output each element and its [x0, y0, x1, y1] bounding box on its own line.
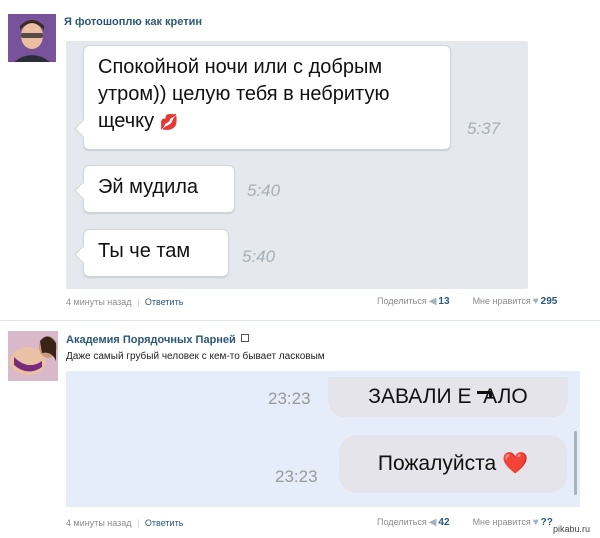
post-stats: Поделиться ◀ 13 Мне нравится ♥ 295 — [377, 296, 557, 307]
post-time[interactable]: 4 минуты назад — [66, 297, 132, 307]
kiss-emoji-icon: 💋 — [159, 114, 179, 131]
message-bubble: Пожалуйста ❤️ — [339, 435, 567, 493]
message-time: 23:23 — [275, 467, 318, 486]
avatar[interactable] — [8, 331, 58, 381]
heart-emoji-icon: ❤️ — [502, 452, 529, 475]
box-icon — [240, 334, 249, 342]
share-count: 42 — [438, 517, 450, 528]
megaphone-icon: ◀ — [428, 517, 437, 528]
like-button[interactable]: Мне нравится — [473, 517, 531, 527]
message-text: Пожалуйста — [377, 452, 497, 475]
bubble-tail — [74, 119, 93, 138]
chat-screenshot: 23:23 ЗАВАЛИ Е АЛО 23:23 Пожалуйста ❤️ — [66, 371, 580, 507]
message-text: Спокойной ночи или с добрым утром)) целу… — [98, 56, 390, 132]
post-author[interactable]: Академия Порядочных Парней — [66, 334, 249, 346]
glitch-mark — [489, 391, 492, 397]
message-text: Ты че там — [98, 240, 191, 262]
watermark: pikabu.ru — [553, 524, 591, 534]
post-footer: 4 минуты назад | Ответить — [66, 518, 183, 528]
share-count: 13 — [438, 296, 450, 307]
share-button[interactable]: Поделиться — [377, 517, 427, 527]
post-1: Я фотошоплю как кретин Спокойной ночи ил… — [0, 0, 600, 320]
avatar-photo — [8, 331, 58, 381]
reply-link[interactable]: Ответить — [145, 297, 183, 307]
message-time: 5:37 — [467, 119, 501, 138]
post-footer: 4 минуты назад | Ответить — [66, 297, 183, 307]
message-time: 5:40 — [247, 181, 281, 200]
post-2: Академия Порядочных Парней Даже самый гр… — [0, 321, 600, 538]
share-button[interactable]: Поделиться — [377, 296, 427, 306]
post-stats: Поделиться ◀ 42 Мне нравится ♥?? — [377, 517, 553, 528]
avatar[interactable] — [8, 14, 56, 62]
like-count: ?? — [540, 517, 553, 528]
bubble-tail — [74, 181, 93, 200]
message-time: 5:40 — [242, 247, 276, 266]
message-bubble: Эй мудила — [74, 165, 235, 213]
scrollbar[interactable] — [574, 431, 577, 495]
avatar-photo — [8, 14, 56, 62]
message-time: 23:23 — [268, 389, 311, 408]
like-count: 295 — [540, 296, 558, 307]
post-caption: Даже самый грубый человек с кем-то бывае… — [66, 351, 325, 362]
message-bubble: Ты че там — [74, 229, 229, 277]
heart-icon: ♥ — [532, 296, 539, 307]
like-button[interactable]: Мне нравится — [473, 296, 531, 306]
message-text: Эй мудила — [98, 176, 199, 198]
megaphone-icon: ◀ — [428, 296, 437, 307]
post-author-name: Академия Порядочных Парней — [66, 334, 236, 346]
heart-icon: ♥ — [532, 517, 539, 528]
message-bubble: Спокойной ночи или с добрым утром)) целу… — [74, 45, 451, 150]
reply-link[interactable]: Ответить — [145, 518, 183, 528]
separator: | — [137, 518, 140, 528]
separator: | — [137, 297, 140, 307]
message-bubble: ЗАВАЛИ Е АЛО — [328, 377, 568, 417]
post-author[interactable]: Я фотошоплю как кретин — [64, 16, 202, 28]
post-time[interactable]: 4 минуты назад — [66, 518, 132, 528]
bubble-tail — [74, 245, 93, 264]
chat-screenshot: Спокойной ночи или с добрым утром)) целу… — [66, 41, 528, 289]
message-text: ЗАВАЛИ Е АЛО — [368, 385, 528, 408]
